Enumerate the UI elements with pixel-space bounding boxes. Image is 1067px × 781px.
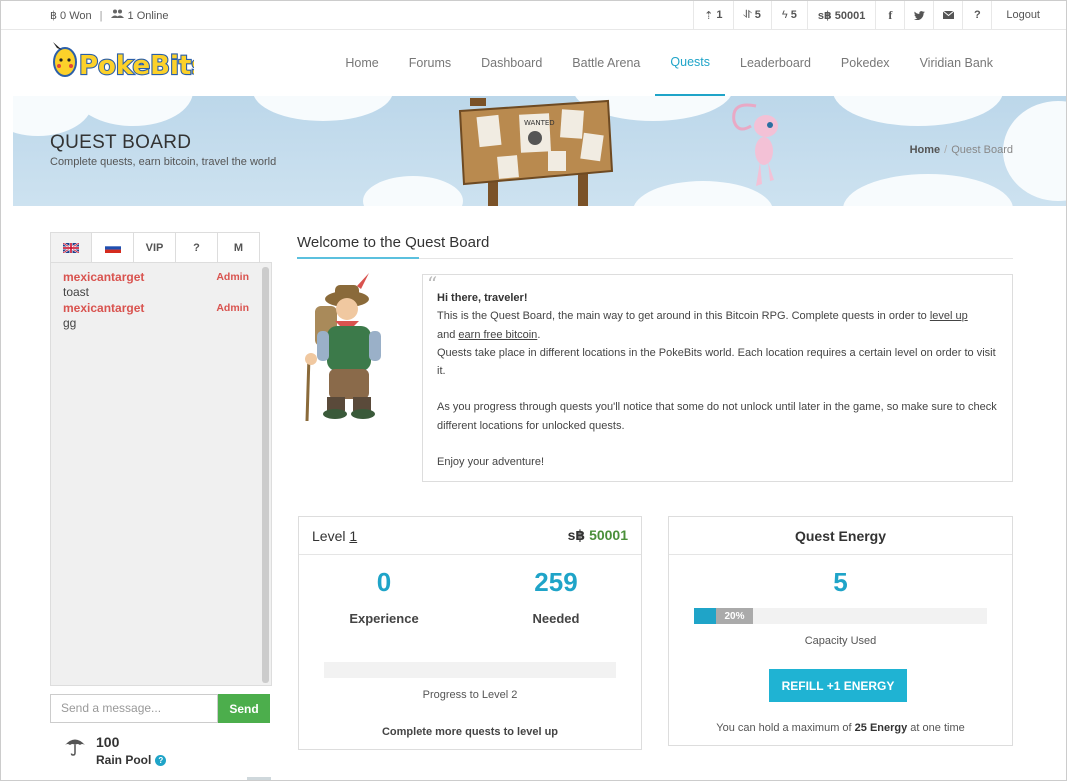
tab-chat-help[interactable]: ? — [176, 232, 218, 262]
chat-message: mexicantarget Admin toast — [63, 270, 259, 299]
envelope-icon[interactable] — [933, 1, 962, 29]
breadcrumb-current: Quest Board — [951, 144, 1013, 156]
heading-divider — [297, 257, 1013, 259]
energy-capacity-bar: 20% — [694, 608, 987, 624]
chat-message-input[interactable]: Send a message... — [50, 694, 218, 723]
tab-vip-chat[interactable]: VIP — [134, 232, 176, 262]
cloud-decoration — [833, 96, 1003, 126]
rain-pool-amount: 100 — [96, 734, 120, 750]
svg-text:PokeBits: PokeBits — [79, 51, 194, 81]
rain-pool-help-icon[interactable]: ? — [155, 754, 167, 766]
chat-message: mexicantarget Admin gg — [63, 301, 259, 330]
level-value[interactable]: 1 — [349, 528, 357, 544]
chat-messages: mexicantarget Admin toast mexicantarget … — [50, 262, 272, 686]
welcome-quote: “ Hi there, traveler! This is the Quest … — [422, 274, 1013, 482]
experience-label: Experience — [349, 611, 419, 626]
site-header: PokeBits Home Forums Dashboard Battle Ar… — [1, 30, 1066, 96]
cloud-decoration — [253, 96, 393, 121]
page-title: QUEST BOARD — [50, 132, 192, 153]
nav-dashboard[interactable]: Dashboard — [466, 30, 557, 96]
energy-heading: Quest Energy — [669, 517, 1012, 555]
level-up-icon: ⇡ — [704, 9, 714, 22]
welcome-paragraph: As you progress through quests you'll no… — [437, 401, 997, 432]
uk-flag-icon — [63, 242, 79, 253]
users-icon — [110, 9, 124, 22]
breadcrumb-home[interactable]: Home — [910, 144, 941, 156]
page: ฿ 0 Won | 1 Online ⇡ 1 ⥯ 5 ϟ 5 s฿ 50001 … — [0, 0, 1067, 781]
online-count: 1 Online — [127, 9, 169, 22]
needed-label: Needed — [532, 611, 580, 626]
rain-pool: 100 Rain Pool? — [64, 734, 167, 767]
level-heading: Level 1 — [312, 527, 358, 544]
russia-flag-icon — [104, 242, 121, 253]
chat-text: toast — [63, 285, 90, 299]
egg-stat[interactable]: ⥯ 5 — [732, 1, 771, 29]
welcome-greeting: Hi there, traveler! — [437, 292, 528, 304]
level-progress-bar — [324, 662, 616, 678]
mew-image — [732, 103, 778, 186]
bolt-icon: ϟ — [781, 9, 788, 21]
rain-pool-label: Rain Pool — [96, 753, 152, 767]
nav-viridian-bank[interactable]: Viridian Bank — [905, 30, 1066, 96]
egg-icon: ⥯ — [743, 8, 752, 21]
welcome-signoff: Enjoy your adventure! — [437, 456, 545, 469]
cloud-decoration — [843, 174, 1013, 206]
level-balance: s฿ 50001 — [567, 527, 628, 543]
facebook-icon[interactable]: f — [875, 1, 904, 29]
tab-english-chat[interactable] — [50, 232, 92, 262]
top-bar: ฿ 0 Won | 1 Online ⇡ 1 ⥯ 5 ϟ 5 s฿ 50001 … — [1, 1, 1066, 30]
chat-role-badge: Admin — [216, 271, 249, 283]
page-banner: WANTED QUEST BOARD Complete quests, earn… — [13, 96, 1066, 206]
energy-stat[interactable]: ϟ 5 — [770, 1, 807, 29]
energy-value: 5 — [833, 567, 848, 597]
capacity-label: Capacity Used — [804, 635, 877, 647]
main-nav: Home Forums Dashboard Battle Arena Quest… — [330, 30, 1066, 96]
wanted-board-image: WANTED — [458, 98, 614, 206]
chat-role-badge: Admin — [216, 302, 249, 314]
won-count: ฿ 0 Won — [50, 10, 92, 22]
energy-max-note: You can hold a maximum of 25 Energy at o… — [716, 722, 965, 734]
chat-scrollbar[interactable] — [262, 267, 269, 683]
refill-energy-button[interactable]: REFILL +1 ENERGY — [769, 669, 907, 702]
balance-stat[interactable]: s฿ 50001 — [806, 1, 875, 29]
chat-panel: VIP ? M mexicantarget Admin toast mexica… — [50, 232, 272, 723]
level-up-link[interactable]: level up — [930, 310, 968, 322]
nav-pokedex[interactable]: Pokedex — [826, 30, 905, 96]
chat-send-button[interactable]: Send — [218, 694, 270, 723]
breadcrumb: Home / Quest Board — [909, 144, 1013, 156]
tab-russian-chat[interactable] — [92, 232, 134, 262]
cloud-decoration — [73, 96, 193, 126]
page-subtitle: Complete quests, earn bitcoin, travel th… — [50, 156, 277, 168]
footer-icon — [247, 777, 271, 780]
svg-text:WANTED: WANTED — [524, 119, 555, 127]
quote-mark-icon: “ — [427, 272, 438, 296]
chat-input-row: Send a message... Send — [50, 694, 270, 723]
level-panel: Level 1 s฿ 50001 0 Experience 259 Needed… — [298, 516, 642, 750]
help-icon[interactable]: ? — [962, 1, 991, 29]
nav-home[interactable]: Home — [330, 30, 393, 96]
nav-quests[interactable]: Quests — [655, 30, 725, 96]
logout-link[interactable]: Logout — [991, 1, 1066, 29]
traveler-image — [305, 273, 381, 422]
tab-moderator-chat[interactable]: M — [218, 232, 260, 262]
chat-tabs: VIP ? M — [50, 232, 272, 262]
free-bitcoin-link[interactable]: earn free bitcoin — [458, 329, 537, 341]
cloud-decoration — [363, 176, 463, 206]
experience-value: 0 — [376, 567, 392, 597]
needed-value: 259 — [534, 567, 578, 597]
pokebits-logo[interactable]: PokeBits — [51, 42, 194, 84]
level-hint: Complete more quests to level up — [381, 726, 559, 738]
welcome-heading: Welcome to the Quest Board — [297, 234, 490, 251]
energy-panel: Quest Energy 5 20% Capacity Used REFILL … — [668, 516, 1013, 746]
nav-leaderboard[interactable]: Leaderboard — [725, 30, 826, 96]
level-progress-label: Progress to Level 2 — [422, 689, 518, 701]
twitter-icon[interactable] — [904, 1, 933, 29]
energy-percent-badge: 20% — [716, 608, 753, 624]
umbrella-icon — [65, 739, 85, 756]
welcome-paragraph: Quests take place in different locations… — [437, 346, 996, 378]
chat-text: gg — [63, 316, 77, 330]
nav-battle-arena[interactable]: Battle Arena — [557, 30, 655, 96]
nav-forums[interactable]: Forums — [394, 30, 466, 96]
level-stat[interactable]: ⇡ 1 — [693, 1, 732, 29]
